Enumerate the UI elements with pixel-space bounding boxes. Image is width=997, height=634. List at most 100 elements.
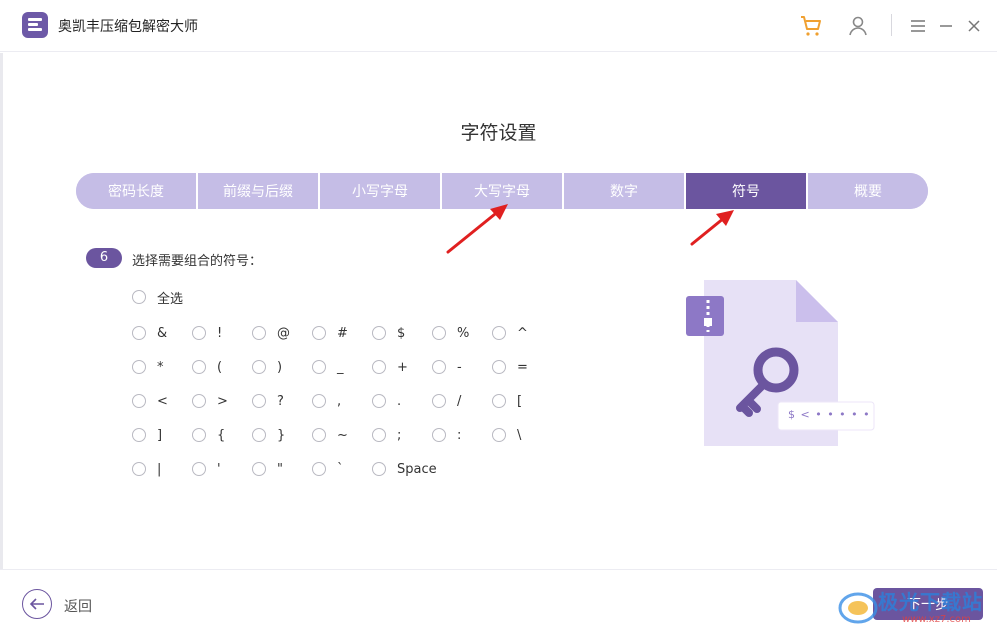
radio-button[interactable] <box>132 290 146 304</box>
symbol-label: ^ <box>517 325 528 341</box>
tab-prefix-suffix[interactable]: 前缀与后缀 <box>198 173 320 209</box>
symbol-option[interactable]: - <box>432 358 462 376</box>
back-button[interactable] <box>22 589 52 619</box>
tab-digits[interactable]: 数字 <box>564 173 686 209</box>
radio-button[interactable] <box>192 326 206 340</box>
symbol-option[interactable]: _ <box>312 358 344 376</box>
cart-icon[interactable] <box>797 12 825 40</box>
symbol-option[interactable]: ! <box>192 324 222 342</box>
radio-button[interactable] <box>312 394 326 408</box>
symbol-label: } <box>277 427 286 443</box>
symbol-option[interactable]: ) <box>252 358 282 376</box>
arrow-left-icon <box>29 598 44 610</box>
radio-button[interactable] <box>252 462 266 476</box>
radio-button[interactable] <box>252 428 266 442</box>
symbol-option[interactable]: = <box>492 358 528 376</box>
radio-button[interactable] <box>132 360 146 374</box>
radio-button[interactable] <box>372 462 386 476</box>
symbol-option[interactable]: ( <box>192 358 222 376</box>
symbol-option[interactable]: # <box>312 324 348 342</box>
symbol-option[interactable]: & <box>132 324 167 342</box>
radio-button[interactable] <box>492 326 506 340</box>
symbol-option[interactable]: Space <box>372 460 437 478</box>
radio-button[interactable] <box>372 394 386 408</box>
symbol-option[interactable]: ] <box>132 426 162 444</box>
radio-button[interactable] <box>372 428 386 442</box>
symbol-option[interactable]: * <box>132 358 164 376</box>
symbol-option[interactable]: : <box>432 426 461 444</box>
radio-button[interactable] <box>432 326 446 340</box>
radio-button[interactable] <box>312 462 326 476</box>
footer-divider <box>0 569 997 570</box>
symbol-option[interactable]: | <box>132 460 161 478</box>
symbol-label: : <box>457 427 462 443</box>
radio-button[interactable] <box>132 428 146 442</box>
symbol-option[interactable]: ~ <box>312 426 348 444</box>
symbol-option[interactable]: } <box>252 426 285 444</box>
symbol-option[interactable]: < <box>132 392 168 410</box>
radio-button[interactable] <box>252 394 266 408</box>
tab-symbols[interactable]: 符号 <box>686 173 808 209</box>
symbol-option[interactable]: ` <box>312 460 344 478</box>
symbol-option[interactable]: $ <box>372 324 405 342</box>
radio-button[interactable] <box>252 360 266 374</box>
symbol-label: Space <box>397 461 437 477</box>
radio-button[interactable] <box>312 360 326 374</box>
symbol-label: ( <box>217 359 223 375</box>
step-number-badge: 6 <box>86 248 122 268</box>
radio-button[interactable] <box>492 360 506 374</box>
symbol-option[interactable]: . <box>372 392 401 410</box>
symbol-label: @ <box>277 325 290 341</box>
radio-button[interactable] <box>132 326 146 340</box>
symbol-option[interactable]: > <box>192 392 228 410</box>
radio-button[interactable] <box>492 394 506 408</box>
symbol-option[interactable]: ^ <box>492 324 528 342</box>
close-icon[interactable] <box>964 12 984 40</box>
symbol-label: > <box>217 393 228 409</box>
symbol-label: # <box>337 325 348 341</box>
radio-button[interactable] <box>432 394 446 408</box>
symbol-option[interactable]: ' <box>192 460 221 478</box>
radio-button[interactable] <box>372 360 386 374</box>
symbol-option[interactable]: \ <box>492 426 521 444</box>
symbol-option[interactable]: ; <box>372 426 401 444</box>
minimize-icon[interactable] <box>936 12 956 40</box>
symbol-label: = <box>517 359 528 375</box>
radio-button[interactable] <box>432 428 446 442</box>
symbol-option[interactable]: , <box>312 392 341 410</box>
symbol-label: [ <box>517 393 523 409</box>
radio-button[interactable] <box>132 462 146 476</box>
radio-button[interactable] <box>132 394 146 408</box>
radio-button[interactable] <box>192 394 206 408</box>
radio-button[interactable] <box>312 326 326 340</box>
tab-lowercase[interactable]: 小写字母 <box>320 173 442 209</box>
symbol-option[interactable]: " <box>252 460 283 478</box>
radio-button[interactable] <box>432 360 446 374</box>
user-icon[interactable] <box>844 12 872 40</box>
select-all-option[interactable]: 全选 <box>132 288 183 307</box>
symbol-label: ' <box>217 461 221 477</box>
symbol-label: . <box>397 393 402 409</box>
radio-button[interactable] <box>492 428 506 442</box>
radio-button[interactable] <box>192 360 206 374</box>
password-hint-text: $ < • • • • • <box>788 408 871 421</box>
symbol-label: / <box>457 393 462 409</box>
symbol-option[interactable]: + <box>372 358 408 376</box>
symbol-option[interactable]: { <box>192 426 225 444</box>
symbol-option[interactable]: % <box>432 324 469 342</box>
symbol-option[interactable]: ? <box>252 392 284 410</box>
radio-button[interactable] <box>192 462 206 476</box>
symbol-option[interactable]: [ <box>492 392 522 410</box>
radio-button[interactable] <box>252 326 266 340</box>
symbol-label: + <box>397 359 408 375</box>
tab-password-length[interactable]: 密码长度 <box>76 173 198 209</box>
radio-button[interactable] <box>192 428 206 442</box>
tab-summary[interactable]: 概要 <box>808 173 928 209</box>
radio-button[interactable] <box>312 428 326 442</box>
radio-button[interactable] <box>372 326 386 340</box>
menu-icon[interactable] <box>908 12 928 40</box>
back-label[interactable]: 返回 <box>64 596 92 616</box>
symbol-option[interactable]: @ <box>252 324 290 342</box>
symbol-label: - <box>457 359 462 375</box>
symbol-option[interactable]: / <box>432 392 461 410</box>
